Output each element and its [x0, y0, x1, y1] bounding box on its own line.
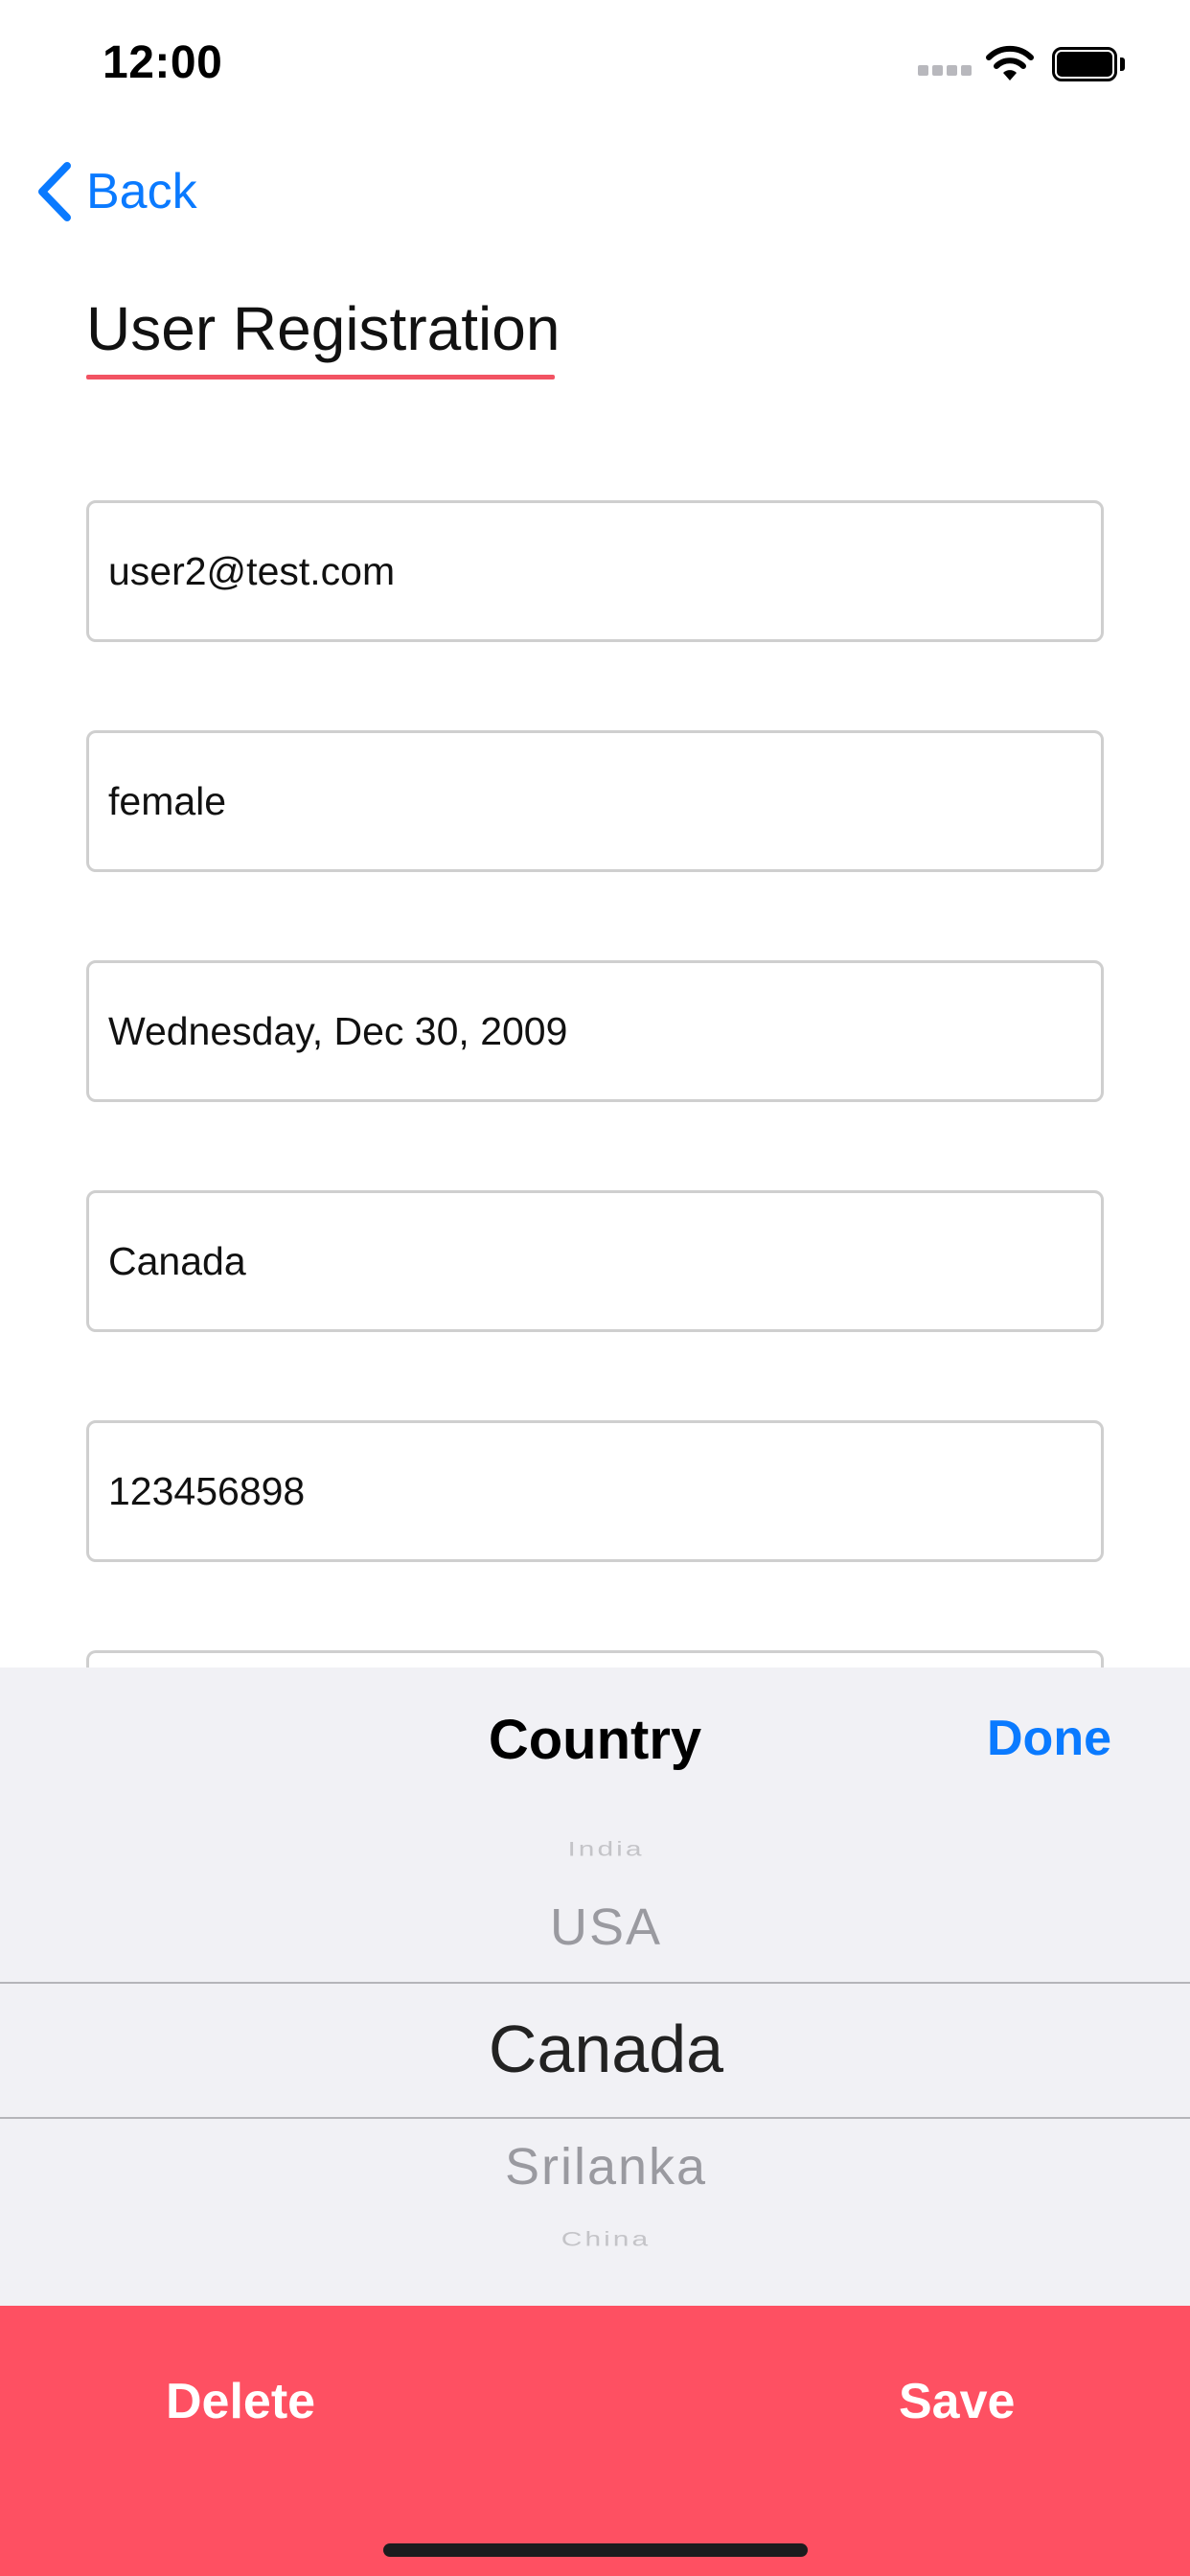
picker-selection-top-line: [0, 1982, 1190, 1984]
picker-option[interactable]: China: [0, 2228, 1190, 2251]
email-field[interactable]: user2@test.com: [86, 500, 1104, 642]
phone-field[interactable]: 123456898: [86, 1420, 1104, 1562]
status-bar: 12:00: [0, 0, 1190, 125]
country-picker[interactable]: Country Done India USA Canada Srilanka C…: [0, 1668, 1190, 2306]
home-indicator[interactable]: [383, 2543, 808, 2557]
done-button[interactable]: Done: [987, 1710, 1111, 1767]
save-button[interactable]: Save: [899, 2373, 1015, 2430]
chevron-left-icon: [38, 162, 71, 221]
picker-option[interactable]: USA: [0, 1898, 1190, 1957]
picker-option[interactable]: Srilanka: [0, 2137, 1190, 2196]
title-underline: [86, 375, 555, 380]
country-field[interactable]: Canada: [86, 1190, 1104, 1332]
picker-option-selected[interactable]: Canada: [0, 2011, 1190, 2087]
picker-selection-bottom-line: [0, 2117, 1190, 2119]
battery-icon: [1052, 47, 1125, 81]
back-button[interactable]: Back: [34, 153, 197, 230]
picker-option[interactable]: India: [0, 1838, 1190, 1861]
delete-button[interactable]: Delete: [166, 2373, 315, 2430]
page-title: User Registration: [86, 294, 561, 363]
wifi-icon: [986, 45, 1034, 80]
back-label: Back: [86, 164, 197, 219]
date-of-birth-field[interactable]: Wednesday, Dec 30, 2009: [86, 960, 1104, 1102]
action-bar: Delete Save: [0, 2306, 1190, 2576]
gender-field[interactable]: female: [86, 730, 1104, 872]
status-time: 12:00: [103, 37, 223, 88]
signal-icon: [918, 65, 973, 79]
